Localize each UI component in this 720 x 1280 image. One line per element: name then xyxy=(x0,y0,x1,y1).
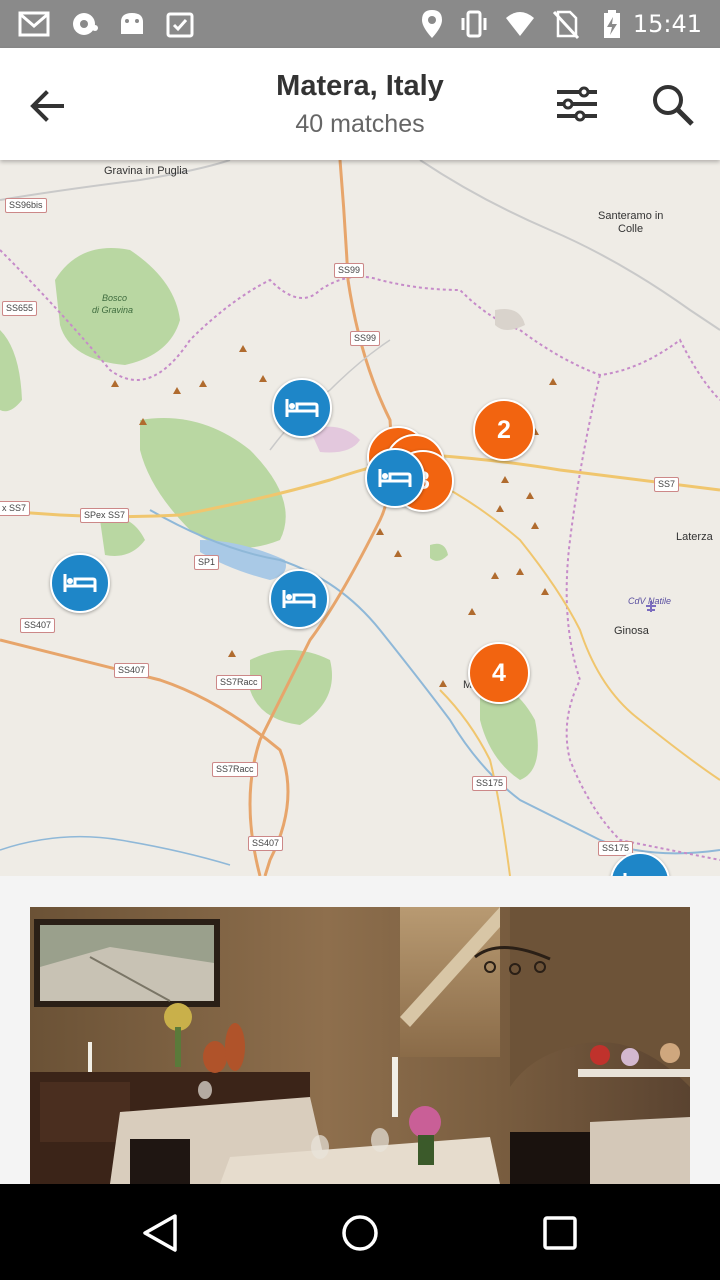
place-label: Ginosa xyxy=(614,625,649,637)
nav-back-icon[interactable] xyxy=(135,1208,185,1258)
filter-sliders-icon[interactable] xyxy=(550,78,604,132)
road-label: SS407 xyxy=(248,836,284,851)
hotel-marker[interactable] xyxy=(50,553,110,613)
road-label: SS407 xyxy=(114,663,150,678)
place-label: di Gravina xyxy=(92,305,134,315)
system-nav-bar xyxy=(0,1184,720,1280)
android-icon xyxy=(121,13,143,34)
status-bar: 15:41 xyxy=(0,0,720,48)
status-time: 15:41 xyxy=(632,10,702,38)
vibrate-icon xyxy=(461,10,487,38)
bed-icon xyxy=(285,399,319,417)
gmail-icon xyxy=(18,11,50,37)
place-label: Laterza xyxy=(676,531,713,543)
road-label: SP1 xyxy=(194,555,220,570)
place-label: Gravina in Puglia xyxy=(104,165,188,177)
map-view[interactable]: Gravina in Puglia Santeramo in Colle Bos… xyxy=(0,160,720,876)
bed-icon xyxy=(282,590,316,608)
page-title: Matera, Italy xyxy=(276,70,444,102)
cluster-marker[interactable]: 2 xyxy=(473,399,535,461)
road-label: x SS7 xyxy=(0,501,31,516)
road-label: SS407 xyxy=(20,618,56,633)
road-label: SS7 xyxy=(654,477,680,492)
bed-icon xyxy=(378,469,412,487)
clipboard-check-icon xyxy=(166,12,194,38)
cluster-marker[interactable]: 4 xyxy=(468,642,530,704)
match-count: 40 matches xyxy=(295,110,425,138)
media-icon xyxy=(73,13,98,35)
cluster-count: 2 xyxy=(497,415,511,444)
no-sim-icon xyxy=(552,10,580,40)
listing-photo[interactable] xyxy=(30,907,690,1184)
location-icon xyxy=(422,10,442,38)
road-label: SS175 xyxy=(472,776,508,791)
road-label: SS7Racc xyxy=(212,762,258,777)
app-bar: Matera, Italy 40 matches xyxy=(0,48,720,160)
road-label: SS96bis xyxy=(5,198,47,213)
road-label: SS655 xyxy=(2,301,38,316)
cluster-count: 4 xyxy=(492,658,506,687)
wifi-icon xyxy=(506,12,534,36)
place-label: Colle xyxy=(618,223,644,235)
restaurant-interior-photo xyxy=(30,907,690,1184)
road-label: SPex SS7 xyxy=(80,508,130,523)
road-label: SS7Racc xyxy=(216,675,262,690)
battery-charging-icon xyxy=(604,10,620,38)
place-label: CdV Natile xyxy=(628,596,672,606)
hotel-marker[interactable] xyxy=(272,378,332,438)
road-label: SS99 xyxy=(334,263,365,278)
hotel-marker[interactable] xyxy=(365,448,425,508)
search-icon[interactable] xyxy=(646,78,700,132)
place-label: Santeramo in xyxy=(598,210,664,222)
hotel-marker[interactable] xyxy=(269,569,329,629)
bed-icon xyxy=(63,574,97,592)
nav-recents-icon[interactable] xyxy=(535,1208,585,1258)
road-label: SS99 xyxy=(350,331,381,346)
nav-home-icon[interactable] xyxy=(335,1208,385,1258)
listing-card-area xyxy=(0,876,720,1184)
